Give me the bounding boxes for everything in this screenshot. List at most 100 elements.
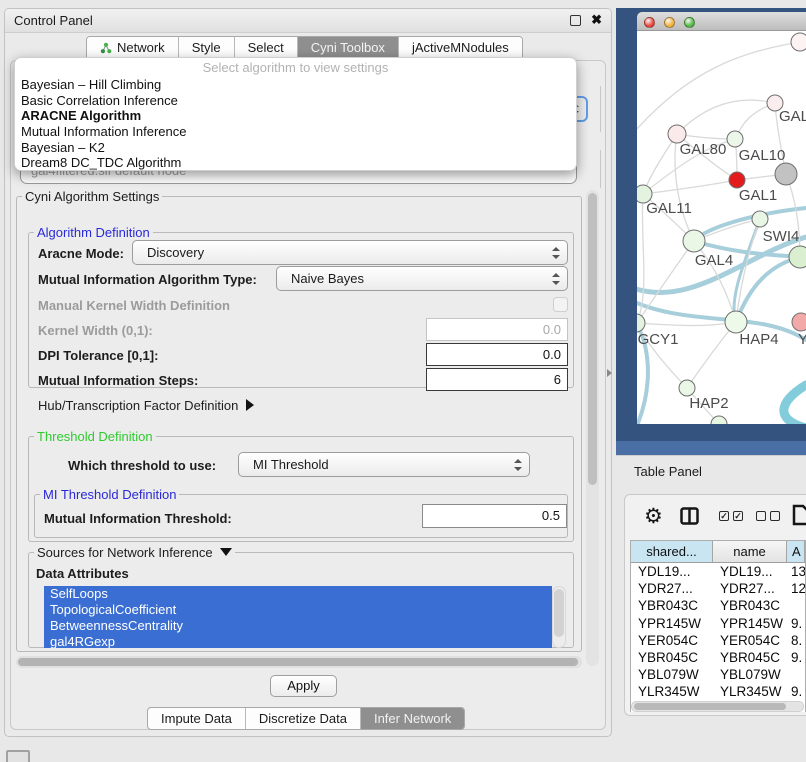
network-window-titlebar[interactable] xyxy=(637,12,806,31)
tab-jactivemnodules[interactable]: jActiveMNodules xyxy=(399,37,522,58)
mi-threshold-field[interactable]: 0.5 xyxy=(422,504,567,528)
network-node-y[interactable] xyxy=(792,313,806,331)
aracne-mode-combo[interactable]: Discovery xyxy=(132,240,568,265)
column-header-shared...[interactable]: shared... xyxy=(631,541,713,562)
collapse-down-icon xyxy=(220,548,232,556)
close-icon[interactable]: ✖ xyxy=(591,12,602,28)
network-node-gcy1[interactable] xyxy=(637,314,645,332)
tab-impute-data[interactable]: Impute Data xyxy=(148,708,246,729)
network-icon xyxy=(100,42,112,54)
split-pane-collapse-icon[interactable] xyxy=(607,369,612,377)
table-horizontal-scrollbar-thumb[interactable] xyxy=(634,703,786,710)
combo-stepper-icon xyxy=(552,247,560,259)
table-cell: YLR345W xyxy=(631,683,713,700)
tab-style[interactable]: Style xyxy=(179,37,235,58)
algorithm-option[interactable]: Bayesian – Hill Climbing xyxy=(15,77,576,93)
which-threshold-value: MI Threshold xyxy=(253,457,329,472)
tab-discretize-data[interactable]: Discretize Data xyxy=(246,708,361,729)
table-row[interactable]: YLR345WYLR345W9. xyxy=(631,683,805,700)
network-node[interactable] xyxy=(789,246,806,268)
node-label: GAL80 xyxy=(680,141,727,158)
algorithm-option[interactable]: Bayesian – K2 xyxy=(15,140,576,156)
table-row[interactable]: YPR145WYPR145W9. xyxy=(631,615,805,632)
table-cell: 9. xyxy=(787,649,805,666)
algorithm-option[interactable]: Mutual Information Inference xyxy=(15,124,576,140)
node-label: HAP2 xyxy=(689,395,728,412)
network-node[interactable] xyxy=(775,163,797,185)
kernel-width-field[interactable]: 0.0 xyxy=(426,318,568,341)
table-row[interactable]: YBR043CYBR043C xyxy=(631,597,805,614)
combo-stepper-icon xyxy=(514,459,522,471)
close-traffic-light-icon[interactable] xyxy=(644,17,655,28)
dpi-tolerance-field[interactable]: 0.0 xyxy=(426,343,568,366)
unchecked-boxes-icon[interactable] xyxy=(770,511,780,521)
data-attributes-label: Data Attributes xyxy=(36,566,129,581)
table-row[interactable]: YBR045CYBR045C9. xyxy=(631,649,805,666)
tab-network[interactable]: Network xyxy=(87,37,179,58)
table-cell: YDR27... xyxy=(713,580,787,597)
table-cell: YLR345W xyxy=(713,683,787,700)
network-edge xyxy=(687,322,736,388)
table-row[interactable]: YER054CYER054C8. xyxy=(631,632,805,649)
tab-infer-network[interactable]: Infer Network xyxy=(361,708,464,729)
unchecked-boxes-icon[interactable] xyxy=(756,511,766,521)
table-cell: YPR145W xyxy=(631,615,713,632)
network-node-gal10[interactable] xyxy=(727,131,743,147)
column-header-name[interactable]: name xyxy=(713,541,787,562)
table-cell: 8. xyxy=(787,632,805,649)
network-node-hap4[interactable] xyxy=(725,311,747,333)
mi-steps-field[interactable]: 6 xyxy=(426,368,568,391)
table-cell: YDL19... xyxy=(631,563,713,580)
apply-button[interactable]: Apply xyxy=(270,675,337,697)
attribute-list-item[interactable]: BetweennessCentrality xyxy=(44,618,552,634)
network-canvas[interactable]: GALGAL80GAL10GAL1GAL11SWI4GAL4GCY1HAP4YH… xyxy=(637,31,806,424)
algorithm-popup-list: Bayesian – Hill ClimbingBasic Correlatio… xyxy=(15,77,576,171)
network-edge xyxy=(637,322,736,326)
tab-cyni-toolbox[interactable]: Cyni Toolbox xyxy=(298,37,399,58)
network-edge xyxy=(643,180,737,194)
checked-boxes-icon[interactable]: ✓ xyxy=(733,511,743,521)
table-cell xyxy=(787,666,805,683)
columns-icon[interactable] xyxy=(680,507,699,525)
network-node-gal1[interactable] xyxy=(729,172,745,188)
tab-select[interactable]: Select xyxy=(235,37,298,58)
attribute-list-item[interactable]: TopologicalCoefficient xyxy=(44,602,552,618)
algorithm-option[interactable]: Dream8 DC_TDC Algorithm xyxy=(15,155,576,171)
network-node-hap2[interactable] xyxy=(679,380,695,396)
minimized-panel-icon[interactable] xyxy=(6,750,30,762)
network-node-gal4[interactable] xyxy=(683,230,705,252)
attribute-list-item[interactable]: SelfLoops xyxy=(44,586,552,602)
minimize-traffic-light-icon[interactable] xyxy=(664,17,675,28)
mi-threshold-group-title: MI Threshold Definition xyxy=(40,487,179,502)
table-cell: YBR043C xyxy=(713,597,787,614)
which-threshold-combo[interactable]: MI Threshold xyxy=(238,452,530,477)
manual-kernel-checkbox[interactable] xyxy=(553,297,568,312)
group-border-fragment xyxy=(600,86,601,132)
checked-boxes-icon[interactable]: ✓ xyxy=(719,511,729,521)
algorithm-option[interactable]: ARACNE Algorithm xyxy=(15,108,576,124)
gear-icon[interactable]: ⚙ xyxy=(644,504,663,529)
node-table[interactable]: shared...nameA YDL19...YDL19...13YDR27..… xyxy=(630,540,806,712)
zoom-traffic-light-icon[interactable] xyxy=(684,17,695,28)
table-row[interactable]: YDL19...YDL19...13 xyxy=(631,563,805,580)
network-node-swi4[interactable] xyxy=(752,211,768,227)
algorithm-option[interactable]: Basic Correlation Inference xyxy=(15,93,576,109)
network-node[interactable] xyxy=(791,33,806,51)
table-cell: YER054C xyxy=(713,632,787,649)
table-row[interactable]: YBL079WYBL079W xyxy=(631,666,805,683)
settings-horizontal-scrollbar-thumb[interactable] xyxy=(18,658,578,666)
screen: Control Panel ✖ NetworkStyleSelectCyni T… xyxy=(0,0,806,762)
settings-vertical-scrollbar-thumb[interactable] xyxy=(588,193,597,485)
combo-stepper-icon xyxy=(552,273,560,285)
sources-toggle[interactable]: Sources for Network Inference xyxy=(34,545,235,560)
attribute-list-item[interactable]: gal4RGexp xyxy=(44,634,552,648)
hub-definition-toggle[interactable]: Hub/Transcription Factor Definition xyxy=(38,398,254,413)
mi-type-combo[interactable]: Naive Bayes xyxy=(276,266,568,291)
column-header-A[interactable]: A xyxy=(787,541,805,562)
data-attributes-list[interactable]: SelfLoopsTopologicalCoefficientBetweenne… xyxy=(44,586,552,648)
attributes-list-scrollbar-thumb[interactable] xyxy=(554,589,564,637)
float-window-icon[interactable] xyxy=(570,15,581,26)
document-icon[interactable] xyxy=(792,504,806,526)
network-edge xyxy=(637,42,800,130)
table-row[interactable]: YDR27...YDR27...12 xyxy=(631,580,805,597)
